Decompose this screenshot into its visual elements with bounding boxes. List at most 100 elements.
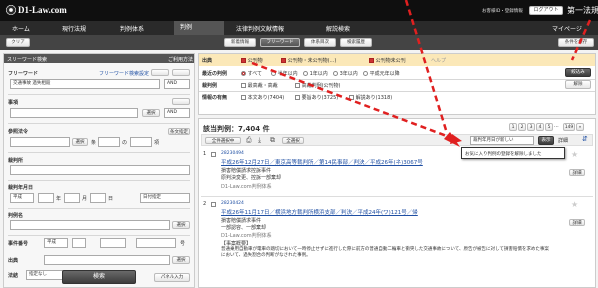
logout-button[interactable]: ログアウト <box>529 6 563 15</box>
page-last[interactable]: 149 <box>563 123 575 131</box>
star-icon[interactable]: ★ <box>571 200 578 209</box>
detail-toggle[interactable]: 詳細 <box>558 137 568 144</box>
hanrei-input[interactable] <box>10 220 170 230</box>
checkbox[interactable] <box>349 95 354 100</box>
item-detail-button[interactable]: 詳細 <box>569 169 585 176</box>
court-input[interactable] <box>10 165 190 175</box>
settings-icon[interactable]: ⇵ <box>582 135 588 143</box>
tab-genko[interactable]: 現行法規 <box>62 24 86 33</box>
info-opt-2[interactable]: 要旨あり(3725) <box>295 94 338 101</box>
houki-select-button[interactable]: 選択 <box>72 138 88 146</box>
narrow-button[interactable]: 絞込み <box>565 68 591 77</box>
select-all-button[interactable]: 全選択 <box>282 137 304 144</box>
page-3[interactable]: 3 <box>527 123 535 131</box>
page-2[interactable]: 2 <box>518 123 526 131</box>
kyu-opt-2[interactable]: 高裁判例(公刊物) <box>295 82 341 89</box>
shutten-select-button[interactable]: 選択 <box>172 256 190 264</box>
jiken-select-btn[interactable]: 選択 <box>142 109 160 117</box>
month-input[interactable] <box>64 193 80 203</box>
zenbun-button[interactable]: 条文指定 <box>168 128 190 135</box>
tab-mypage[interactable]: マイページ <box>552 24 582 33</box>
tab-taikei-mokuji[interactable]: 体系目次 <box>304 38 336 47</box>
checkbox[interactable] <box>295 95 300 100</box>
radio[interactable] <box>333 71 338 76</box>
jiken-input[interactable] <box>10 108 138 118</box>
tab-history[interactable]: 検索履歴 <box>340 38 372 47</box>
select-all-dropdown[interactable]: 全件選択中 <box>205 137 241 144</box>
sort-select[interactable]: 裁判年月日が新しい <box>470 136 534 145</box>
checkbox[interactable] <box>241 95 246 100</box>
houki-input[interactable] <box>10 137 70 147</box>
year-opt-all[interactable]: すべて <box>241 70 262 77</box>
shutten-opt-3[interactable]: 公刊物未公刊 <box>369 57 406 64</box>
item-title-link[interactable]: 平成26年12月27日／東京高等裁判所／第14民事部／判決／平成26年(ネ)30… <box>221 158 423 166</box>
page-4[interactable]: 4 <box>536 123 544 131</box>
page-5[interactable]: 5 <box>545 123 553 131</box>
shutten-input[interactable] <box>44 255 170 265</box>
freeword-setting-link[interactable]: フリーワード検索設定 <box>99 70 149 77</box>
checkbox[interactable] <box>241 58 246 63</box>
year-opt-half[interactable]: 半年以内 <box>271 70 298 77</box>
jiken-andor-select[interactable]: AND <box>164 108 190 118</box>
divider <box>8 123 190 124</box>
user-info-link[interactable]: お客様ID・登録情報 <box>482 8 523 14</box>
jou-input[interactable] <box>98 137 120 147</box>
tab-bunken[interactable]: 法律判例文献情報 <box>236 24 284 33</box>
clear-button[interactable]: クリア <box>6 38 30 47</box>
help-link[interactable]: ヘルプ <box>431 57 446 64</box>
radio[interactable] <box>363 71 368 76</box>
item-detail-button[interactable]: 詳細 <box>569 219 585 226</box>
download-icon[interactable]: ⤓ <box>258 136 261 145</box>
case-kind-input[interactable] <box>100 238 126 248</box>
item-checkbox[interactable] <box>211 202 216 207</box>
tab-shinchaku[interactable]: 新着情報 <box>224 38 256 47</box>
hanrei-select-button[interactable]: 選択 <box>172 221 190 229</box>
year-opt-heisei[interactable]: 平成元年以降 <box>363 70 400 77</box>
history-button[interactable] <box>151 69 169 76</box>
display-button[interactable]: 表示 <box>538 136 554 145</box>
radio[interactable] <box>271 71 276 76</box>
year-opt-3[interactable]: 3年以内 <box>333 70 358 77</box>
checkbox[interactable] <box>369 58 374 63</box>
shutten-opt-2[interactable]: 公刊物・未公刊物(...) <box>281 57 336 64</box>
radio[interactable] <box>241 71 246 76</box>
case-num-input[interactable] <box>136 238 176 248</box>
copy-icon[interactable]: ⧉ <box>270 136 275 145</box>
checkbox[interactable] <box>281 58 286 63</box>
freeword-input[interactable]: 交通事故 過失相殺 <box>10 79 160 89</box>
year-opt-1[interactable]: 1年以内 <box>303 70 328 77</box>
reset-button[interactable]: 解除 <box>565 80 591 89</box>
page-1[interactable]: 1 <box>509 123 517 131</box>
print-icon[interactable]: ⎙ <box>246 136 252 145</box>
star-icon[interactable]: ★ <box>571 150 578 159</box>
case-year-input[interactable] <box>72 238 86 248</box>
info-opt-3[interactable]: 解説あり(1318) <box>349 94 392 101</box>
tab-taikei[interactable]: 判例体系 <box>120 24 144 33</box>
kyu-opt-1[interactable]: 最高裁・高裁 <box>241 82 278 89</box>
search-button[interactable]: 検索 <box>62 270 136 284</box>
case-era-select[interactable]: 平成 <box>44 238 68 248</box>
shutten-opt-1[interactable]: 公刊物 <box>241 57 263 64</box>
save-condition-button[interactable]: 条件を保存 <box>558 38 594 47</box>
tab-freeword[interactable]: フリーワード <box>260 38 300 47</box>
year-input[interactable] <box>38 193 54 203</box>
date-mode-select[interactable]: 日付指定 <box>140 193 190 203</box>
select-button[interactable] <box>172 69 190 76</box>
freeword-operator-select[interactable]: AND <box>164 79 190 89</box>
day-input[interactable] <box>90 193 106 203</box>
item-checkbox[interactable] <box>211 152 216 157</box>
info-opt-1[interactable]: 本文あり(7404) <box>241 94 284 101</box>
help-link[interactable]: ご利用方法 <box>168 56 193 63</box>
panel-input-button[interactable]: パネル入力 <box>154 273 190 282</box>
kou-input[interactable] <box>130 137 152 147</box>
next-page-button[interactable]: » <box>576 123 584 131</box>
tab-home[interactable]: ホーム <box>12 24 30 33</box>
radio[interactable] <box>303 71 308 76</box>
tab-kaisetsu[interactable]: 解説検索 <box>326 24 350 33</box>
checkbox[interactable] <box>295 83 300 88</box>
checkbox[interactable] <box>241 83 246 88</box>
tab-hanrei[interactable]: 判例 <box>174 21 224 35</box>
item-title-link[interactable]: 平成26年11月17日／横浜地方裁判所横浜支部／判決／平成24年(ワ)121号／… <box>221 208 418 216</box>
jiken-select-button[interactable] <box>172 98 190 105</box>
era-select[interactable]: 平成 <box>10 193 34 203</box>
